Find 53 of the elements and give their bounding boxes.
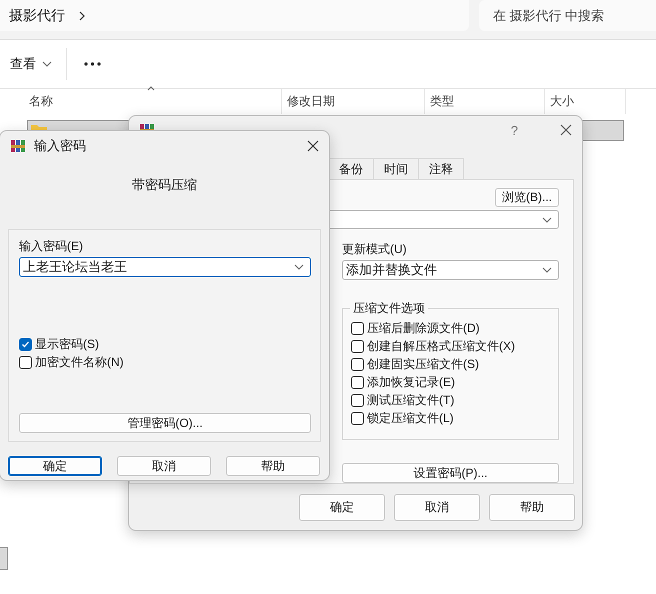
search-field[interactable]: 在 摄影代行 中搜索 (479, 0, 656, 31)
browse-button[interactable]: 浏览(B)... (495, 188, 559, 207)
breadcrumb-item[interactable]: 摄影代行 (9, 6, 65, 24)
dialog-heading: 带密码压缩 (131, 176, 198, 194)
checkbox[interactable] (351, 322, 364, 334)
dialog-button[interactable]: 确定 (8, 456, 102, 476)
more-icon[interactable] (84, 62, 101, 66)
field-label: 输入密码(E) (19, 238, 84, 255)
chevron-down-icon (542, 267, 552, 273)
checkbox-label[interactable]: 测试压缩文件(T) (367, 392, 454, 408)
help-button[interactable]: ? (510, 122, 518, 138)
window-title: 输入密码 (34, 137, 87, 155)
checkbox[interactable] (351, 340, 364, 352)
checkmark-icon (21, 340, 30, 348)
column-header[interactable]: 名称 (24, 89, 282, 114)
chevron-down-icon (42, 61, 52, 67)
checkbox-label[interactable]: 加密文件名称(N) (35, 354, 124, 370)
checkbox[interactable] (351, 412, 364, 424)
sort-up-icon (147, 86, 155, 91)
dialog-button[interactable]: 取消 (394, 494, 480, 521)
checkbox-label[interactable]: 压缩后删除源文件(D) (367, 320, 480, 336)
column-header[interactable]: 大小 (545, 89, 626, 114)
dialog-button[interactable]: 取消 (117, 456, 211, 476)
chevron-down-icon (294, 264, 304, 270)
panel-edge (0, 547, 8, 570)
column-header[interactable]: 类型 (425, 89, 545, 114)
checkbox[interactable] (351, 358, 364, 370)
checkbox-label[interactable]: 创建固实压缩文件(S) (367, 356, 479, 372)
field-label: 更新模式(U) (342, 241, 408, 258)
dialog-button[interactable]: 帮助 (489, 494, 575, 521)
update-mode-dropdown[interactable]: 添加并替换文件 (342, 260, 559, 280)
chevron-right-icon[interactable] (79, 10, 85, 20)
checkbox[interactable] (19, 356, 32, 368)
checkbox[interactable] (19, 338, 32, 350)
archive-icon (10, 138, 26, 154)
checkbox-label[interactable]: 显示密码(S) (35, 336, 99, 352)
checkbox-label[interactable]: 添加恢复记录(E) (367, 374, 455, 390)
chevron-down-icon (542, 216, 552, 222)
checkbox-label[interactable]: 锁定压缩文件(L) (367, 410, 454, 426)
column-header[interactable]: 修改日期 (282, 89, 425, 114)
checkbox[interactable] (351, 376, 364, 388)
set-password-button[interactable]: 设置密码(P)... (342, 463, 559, 483)
checkbox[interactable] (351, 394, 364, 406)
close-icon[interactable] (307, 140, 319, 152)
view-menu-button[interactable]: 查看 (10, 48, 67, 80)
tab[interactable]: 注释 (418, 158, 464, 179)
manage-passwords-button[interactable]: 管理密码(O)... (19, 413, 311, 433)
group-title: 压缩文件选项 (352, 300, 426, 317)
dialog-button[interactable]: 帮助 (226, 456, 320, 476)
dialog-button[interactable]: 确定 (299, 494, 385, 521)
checkbox-label[interactable]: 创建自解压格式压缩文件(X) (367, 338, 515, 354)
close-icon[interactable] (560, 124, 572, 136)
password-field[interactable]: 上老王论坛当老王 (19, 257, 311, 277)
